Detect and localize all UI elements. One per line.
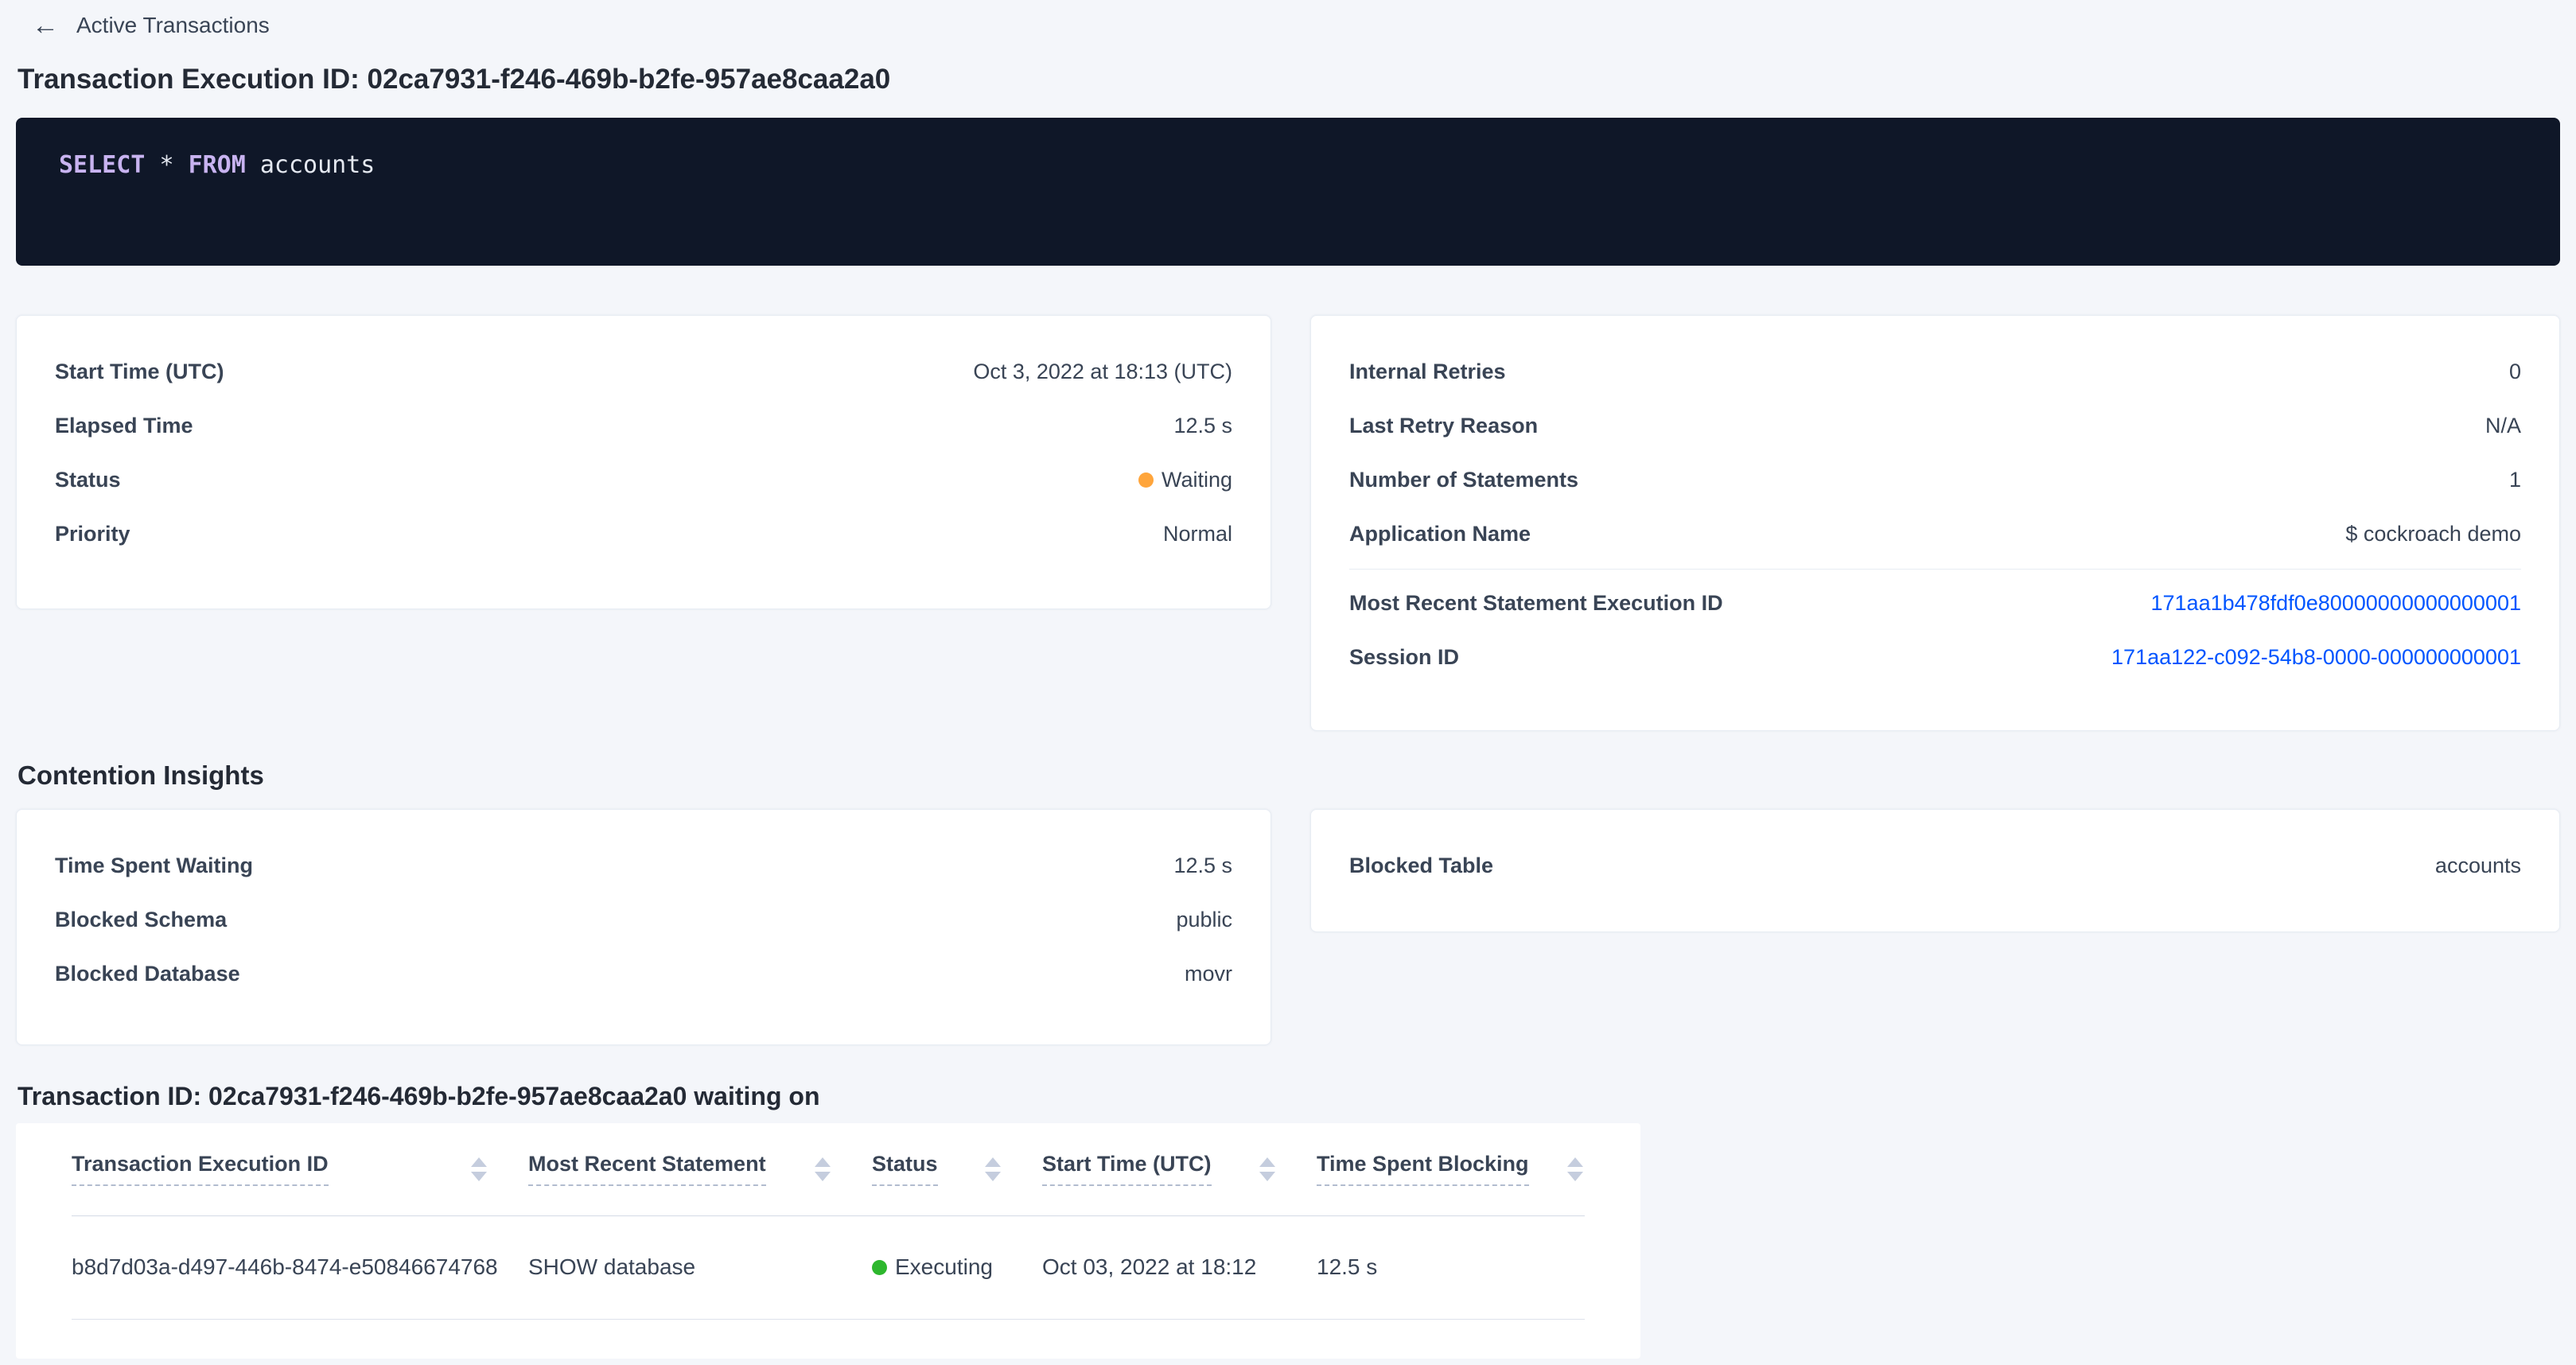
last-retry-reason-label: Last Retry Reason bbox=[1349, 414, 1538, 438]
execution-times-card: Start Time (UTC) Oct 3, 2022 at 18:13 (U… bbox=[16, 315, 1271, 609]
blocked-table-label: Blocked Table bbox=[1349, 854, 1493, 878]
cell-time-spent-blocking: 12.5 s bbox=[1317, 1215, 1585, 1319]
number-of-statements-label: Number of Statements bbox=[1349, 468, 1578, 492]
start-time-value: Oct 3, 2022 at 18:13 (UTC) bbox=[973, 360, 1232, 384]
most-recent-statement-execution-id-row: Most Recent Statement Execution ID 171aa… bbox=[1349, 576, 2521, 630]
elapsed-time-row: Elapsed Time 12.5 s bbox=[55, 399, 1232, 453]
sql-keyword-from: FROM bbox=[189, 151, 246, 179]
contention-insights-row: Time Spent Waiting 12.5 s Blocked Schema… bbox=[16, 809, 2560, 1045]
blocked-schema-value: public bbox=[1176, 908, 1232, 932]
most-recent-statement-execution-id-label: Most Recent Statement Execution ID bbox=[1349, 591, 1723, 616]
sort-icon[interactable] bbox=[1567, 1157, 1583, 1181]
session-id-link[interactable]: 171aa122-c092-54b8-0000-000000000001 bbox=[2111, 645, 2521, 670]
blocked-table-value: accounts bbox=[2435, 854, 2521, 878]
waiting-status-dot-icon bbox=[1138, 472, 1154, 488]
sql-statement: SELECT * FROM accounts bbox=[59, 151, 375, 179]
column-header-start-time[interactable]: Start Time (UTC) bbox=[1042, 1123, 1317, 1215]
table-row: b8d7d03a-d497-446b-8474-e50846674768 SHO… bbox=[72, 1215, 1585, 1319]
sort-icon[interactable] bbox=[815, 1157, 831, 1181]
application-name-label: Application Name bbox=[1349, 522, 1531, 546]
blocked-database-label: Blocked Database bbox=[55, 962, 240, 986]
most-recent-statement-execution-id-link[interactable]: 171aa1b478fdf0e80000000000000001 bbox=[2151, 591, 2522, 616]
status-value: Waiting bbox=[1138, 468, 1232, 492]
blocked-table-card: Blocked Table accounts bbox=[1310, 809, 2560, 932]
sql-table-name: accounts bbox=[260, 151, 376, 179]
sql-statement-box: SELECT * FROM accounts bbox=[16, 118, 2560, 266]
sort-icon[interactable] bbox=[985, 1157, 1001, 1181]
last-retry-reason-value: N/A bbox=[2485, 414, 2521, 438]
blocked-table-row: Blocked Table accounts bbox=[1349, 838, 2521, 892]
elapsed-time-value: 12.5 s bbox=[1173, 414, 1232, 438]
sort-icon[interactable] bbox=[471, 1157, 487, 1181]
cell-status: Executing bbox=[872, 1215, 1042, 1319]
column-header-most-recent-statement[interactable]: Most Recent Statement bbox=[528, 1123, 872, 1215]
blocked-database-row: Blocked Database movr bbox=[55, 947, 1232, 1001]
waiting-on-heading: Transaction ID: 02ca7931-f246-469b-b2fe-… bbox=[18, 1080, 2560, 1112]
number-of-statements-value: 1 bbox=[2509, 468, 2521, 492]
waiting-transactions-table: Transaction Execution ID Most Recent Sta… bbox=[72, 1123, 1585, 1320]
cell-start-time: Oct 03, 2022 at 18:12 bbox=[1042, 1215, 1317, 1319]
table-header-row: Transaction Execution ID Most Recent Sta… bbox=[72, 1123, 1585, 1215]
priority-value: Normal bbox=[1163, 522, 1232, 546]
last-retry-reason-row: Last Retry Reason N/A bbox=[1349, 399, 2521, 453]
status-text: Waiting bbox=[1162, 468, 1232, 492]
sql-keyword-select: SELECT bbox=[59, 151, 145, 179]
cell-transaction-execution-id: b8d7d03a-d497-446b-8474-e50846674768 bbox=[72, 1215, 528, 1319]
column-header-status[interactable]: Status bbox=[872, 1123, 1042, 1215]
status-label: Status bbox=[55, 468, 121, 492]
session-id-row: Session ID 171aa122-c092-54b8-0000-00000… bbox=[1349, 630, 2521, 684]
waiting-transactions-table-card: Transaction Execution ID Most Recent Sta… bbox=[16, 1123, 1640, 1359]
left-arrow-icon: ← bbox=[32, 14, 59, 37]
contention-details-card: Time Spent Waiting 12.5 s Blocked Schema… bbox=[16, 809, 1271, 1045]
sql-star: * bbox=[159, 151, 173, 179]
status-row: Status Waiting bbox=[55, 453, 1232, 507]
blocked-schema-label: Blocked Schema bbox=[55, 908, 227, 932]
executing-status-dot-icon bbox=[872, 1260, 887, 1275]
column-header-time-spent-blocking[interactable]: Time Spent Blocking bbox=[1317, 1123, 1585, 1215]
execution-summary-row: Start Time (UTC) Oct 3, 2022 at 18:13 (U… bbox=[16, 315, 2560, 731]
start-time-label: Start Time (UTC) bbox=[55, 360, 224, 384]
time-spent-waiting-label: Time Spent Waiting bbox=[55, 854, 253, 878]
column-header-transaction-execution-id[interactable]: Transaction Execution ID bbox=[72, 1123, 528, 1215]
internal-retries-label: Internal Retries bbox=[1349, 360, 1506, 384]
elapsed-time-label: Elapsed Time bbox=[55, 414, 193, 438]
priority-row: Priority Normal bbox=[55, 507, 1232, 561]
transaction-details-page: ← Active Transactions Transaction Execut… bbox=[0, 0, 2576, 1365]
card-divider bbox=[1349, 569, 2521, 570]
back-link-label: Active Transactions bbox=[76, 13, 270, 38]
blocked-database-value: movr bbox=[1185, 962, 1232, 986]
start-time-row: Start Time (UTC) Oct 3, 2022 at 18:13 (U… bbox=[55, 344, 1232, 399]
contention-insights-heading: Contention Insights bbox=[18, 760, 2560, 791]
session-id-label: Session ID bbox=[1349, 645, 1459, 670]
back-to-active-transactions-link[interactable]: ← Active Transactions bbox=[32, 13, 270, 38]
cell-most-recent-statement: SHOW database bbox=[528, 1215, 872, 1319]
time-spent-waiting-value: 12.5 s bbox=[1173, 854, 1232, 878]
application-name-value: $ cockroach demo bbox=[2345, 522, 2521, 546]
time-spent-waiting-row: Time Spent Waiting 12.5 s bbox=[55, 838, 1232, 892]
application-name-row: Application Name $ cockroach demo bbox=[1349, 507, 2521, 561]
internal-retries-value: 0 bbox=[2509, 360, 2521, 384]
blocked-schema-row: Blocked Schema public bbox=[55, 892, 1232, 947]
number-of-statements-row: Number of Statements 1 bbox=[1349, 453, 2521, 507]
sort-icon[interactable] bbox=[1259, 1157, 1275, 1181]
execution-attributes-card: Internal Retries 0 Last Retry Reason N/A… bbox=[1310, 315, 2560, 731]
priority-label: Priority bbox=[55, 522, 130, 546]
internal-retries-row: Internal Retries 0 bbox=[1349, 344, 2521, 399]
page-title: Transaction Execution ID: 02ca7931-f246-… bbox=[18, 62, 2560, 97]
